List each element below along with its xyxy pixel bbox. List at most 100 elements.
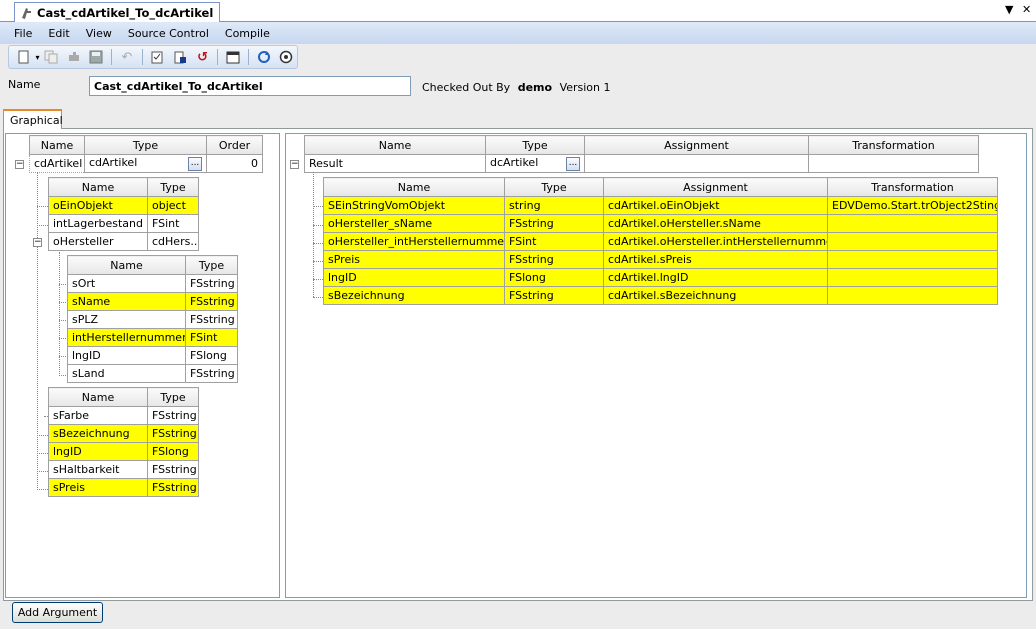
table-row[interactable]: sName FSstring [67,292,238,311]
menu-compile[interactable]: Compile [217,27,278,40]
member-type-cell[interactable]: FSstring [504,250,604,269]
member-transformation-cell[interactable] [827,214,998,233]
member-name-cell[interactable]: sOrt [67,274,186,293]
member-name-cell[interactable]: intLagerbestand [48,214,148,233]
member-name-cell[interactable]: oEinObjekt [48,196,148,215]
settings-icon[interactable] [275,47,297,67]
column-header-name[interactable]: Name [67,255,186,275]
member-assignment-cell[interactable]: cdArtikel.oHersteller.intHerstellernumme… [603,232,828,251]
menu-view[interactable]: View [78,27,120,40]
member-name-cell[interactable]: sName [67,292,186,311]
collapse-toggle-icon[interactable]: − [33,238,42,247]
column-header-assignment[interactable]: Assignment [603,177,828,197]
collapse-toggle-icon[interactable]: − [15,160,24,169]
column-header-name[interactable]: Name [304,135,486,155]
new-document-icon[interactable] [13,47,35,67]
table-row[interactable]: sBezeichnung FSstring [48,424,199,443]
argument-name-cell[interactable]: cdArtikel [29,154,85,173]
table-row[interactable]: oHersteller_sName FSstring cdArtikel.oHe… [323,214,998,233]
browse-type-button[interactable]: ... [188,157,202,171]
column-header-transformation[interactable]: Transformation [808,135,979,155]
table-row[interactable]: sFarbe FSstring [48,406,199,425]
member-assignment-cell[interactable]: cdArtikel.oEinObjekt [603,196,828,215]
column-header-type[interactable]: Type [185,255,238,275]
member-type-cell[interactable]: FSlong [147,442,199,461]
table-row[interactable]: sBezeichnung FSstring cdArtikel.sBezeich… [323,286,998,305]
member-transformation-cell[interactable] [827,250,998,269]
member-type-cell[interactable]: FSstring [185,292,238,311]
tab-list-dropdown-icon[interactable]: ▼ [1005,3,1013,16]
member-name-cell[interactable]: sFarbe [48,406,148,425]
member-name-cell[interactable]: sLand [67,364,186,383]
table-row[interactable]: lngID FSlong cdArtikel.lngID [323,268,998,287]
table-row[interactable]: sOrt FSstring [67,274,238,293]
table-row[interactable]: sPreis FSstring [48,478,199,497]
column-header-type[interactable]: Type [504,177,604,197]
member-name-cell[interactable]: oHersteller_sName [323,214,505,233]
argument-type-cell[interactable]: cdArtikel... [84,154,207,173]
table-row[interactable]: oEinObjekt object [48,196,199,215]
column-header-name[interactable]: Name [29,135,85,155]
member-type-cell[interactable]: FSstring [147,478,199,497]
member-assignment-cell[interactable]: cdArtikel.oHersteller.sName [603,214,828,233]
collapse-toggle-icon[interactable]: − [290,160,299,169]
member-name-cell[interactable]: sBezeichnung [323,286,505,305]
check-out-icon[interactable] [169,47,191,67]
member-type-cell[interactable]: FSint [504,232,604,251]
column-header-order[interactable]: Order [206,135,263,155]
member-name-cell[interactable]: lngID [323,268,505,287]
result-transformation-cell[interactable] [808,154,979,173]
member-name-cell[interactable]: SEinStringVomObjekt [323,196,505,215]
member-type-cell[interactable]: FSint [147,214,199,233]
undo-icon[interactable]: ↶ [116,47,138,67]
table-row[interactable]: oHersteller cdHers... [48,232,199,251]
member-type-cell[interactable]: FSstring [185,310,238,329]
member-assignment-cell[interactable]: cdArtikel.lngID [603,268,828,287]
member-type-cell[interactable]: FSstring [504,214,604,233]
undo-checkout-icon[interactable]: ↺ [192,47,214,67]
table-row[interactable]: lngID FSlong [48,442,199,461]
table-row[interactable]: SEinStringVomObjekt string cdArtikel.oEi… [323,196,998,215]
menu-edit[interactable]: Edit [40,27,77,40]
table-row[interactable]: sPreis FSstring cdArtikel.sPreis [323,250,998,269]
table-row[interactable]: lngID FSlong [67,346,238,365]
member-type-cell[interactable]: FSstring [185,274,238,293]
result-type-cell[interactable]: dcArtikel... [485,154,585,173]
table-row[interactable]: Result dcArtikel... [304,154,979,173]
table-row[interactable]: sHaltbarkeit FSstring [48,460,199,479]
table-row[interactable]: sLand FSstring [67,364,238,383]
member-name-cell[interactable]: intHerstellernummer [67,328,186,347]
add-argument-button[interactable]: Add Argument [12,602,103,623]
tab-graphical[interactable]: Graphical [3,109,63,129]
browse-type-button[interactable]: ... [566,157,580,171]
name-input[interactable]: Cast_cdArtikel_To_dcArtikel [89,76,411,96]
table-row[interactable]: cdArtikel cdArtikel... 0 [29,154,263,173]
member-type-cell[interactable]: string [504,196,604,215]
member-name-cell[interactable]: sHaltbarkeit [48,460,148,479]
column-header-type[interactable]: Type [147,177,199,197]
member-type-cell[interactable]: FSlong [504,268,604,287]
member-transformation-cell[interactable] [827,268,998,287]
member-name-cell[interactable]: lngID [48,442,148,461]
member-type-cell[interactable]: FSstring [185,364,238,383]
member-type-cell[interactable]: FSstring [147,424,199,443]
calendar-icon[interactable] [222,47,244,67]
column-header-name[interactable]: Name [48,387,148,407]
table-row[interactable]: sPLZ FSstring [67,310,238,329]
member-name-cell[interactable]: sPLZ [67,310,186,329]
member-assignment-cell[interactable]: cdArtikel.sBezeichnung [603,286,828,305]
document-tab[interactable]: Cast_cdArtikel_To_dcArtikel [14,2,221,22]
result-assignment-cell[interactable] [584,154,809,173]
column-header-assignment[interactable]: Assignment [584,135,809,155]
column-header-type[interactable]: Type [485,135,585,155]
member-name-cell[interactable]: sBezeichnung [48,424,148,443]
member-name-cell[interactable]: oHersteller [48,232,148,251]
menu-file[interactable]: File [6,27,40,40]
table-row[interactable]: intHerstellernummer FSint [67,328,238,347]
column-header-name[interactable]: Name [323,177,505,197]
member-transformation-cell[interactable] [827,232,998,251]
new-dropdown-icon[interactable]: ▾ [36,53,40,62]
column-header-type[interactable]: Type [147,387,199,407]
member-type-cell[interactable]: FSstring [147,406,199,425]
member-name-cell[interactable]: oHersteller_intHerstellernummer [323,232,505,251]
